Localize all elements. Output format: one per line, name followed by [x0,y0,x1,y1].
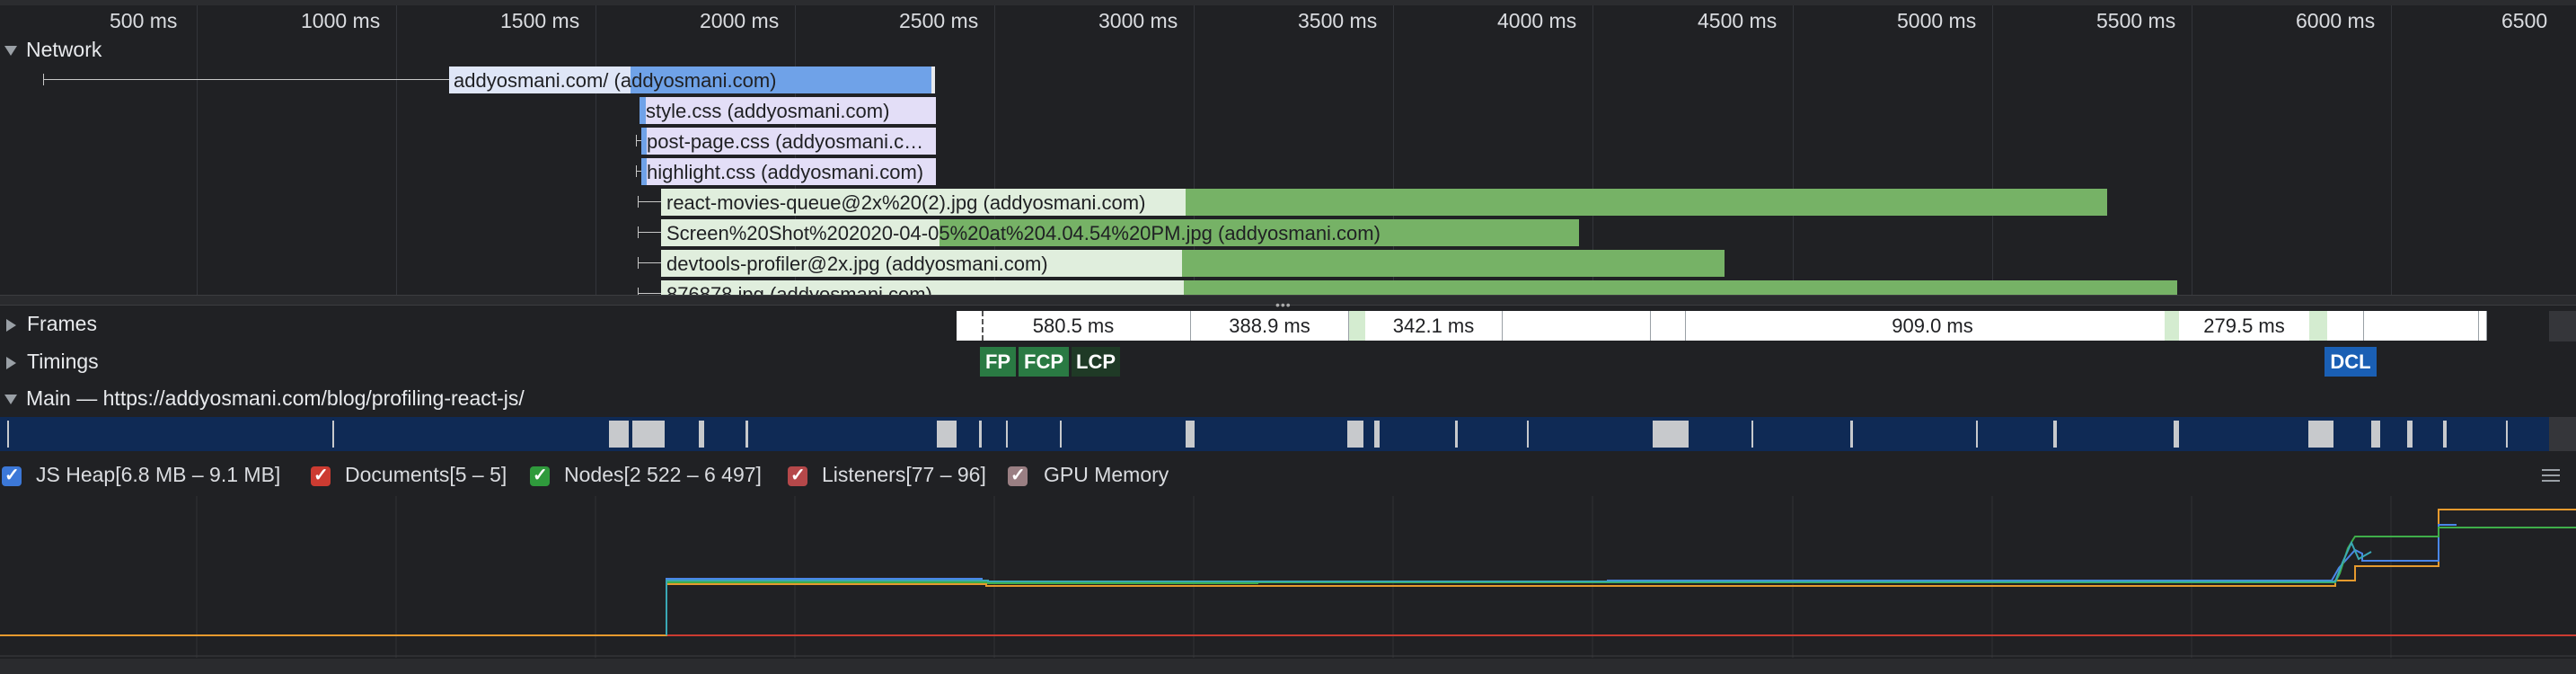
frames-scrollbar[interactable] [2549,311,2576,341]
task-block[interactable] [1455,421,1458,448]
collapse-triangle-icon[interactable] [4,46,17,57]
collapse-triangle-icon[interactable] [4,395,17,405]
ruler-tick: 5500 ms [2096,9,2176,32]
frame-segment[interactable]: 279.5 ms [2179,311,2310,341]
network-request[interactable]: Screen%20Shot%202020-04-05%20at%204.04.5… [0,219,2576,246]
task-block[interactable] [1347,421,1363,448]
frame-idle [2165,311,2179,341]
frame-segment[interactable] [2479,311,2487,341]
listeners-checkbox[interactable] [788,464,807,486]
frame-segment[interactable]: 342.1 ms [1365,311,1503,341]
network-request[interactable]: devtools-profiler@2x.jpg (addyosmani.com… [0,250,2576,277]
network-requests: addyosmani.com/ (addyosmani.com) style.c… [0,59,2576,295]
task-block[interactable] [2506,421,2508,448]
network-request[interactable]: post-page.css (addyosmani.com) [0,128,2576,155]
memory-graph [0,496,2576,658]
frame-segment[interactable]: 580.5 ms [957,311,1191,341]
ruler-tick: 3000 ms [1098,9,1178,32]
network-request[interactable]: addyosmani.com/ (addyosmani.com) [0,67,2576,93]
task-block[interactable] [7,421,9,448]
network-request[interactable]: react-movies-queue@2x%20(2).jpg (addyosm… [0,189,2576,216]
task-block[interactable] [609,421,629,448]
frame-idle [1349,311,1365,341]
task-block[interactable] [2174,421,2179,448]
network-request[interactable]: style.css (addyosmani.com) [0,97,2576,124]
frames-track-header[interactable]: Frames [0,312,97,336]
task-block[interactable] [2053,421,2057,448]
network-scrollbar[interactable] [2549,59,2576,293]
frame-segment[interactable] [2364,311,2479,341]
task-block[interactable] [2443,421,2447,448]
resize-grip-icon[interactable]: ••• [1275,297,1292,312]
frame-segment[interactable]: 909.0 ms [1686,311,2180,341]
listeners-label: Listeners[77 – 96] [822,463,986,486]
hamburger-menu-icon[interactable] [2542,467,2560,483]
task-block[interactable] [1060,421,1062,448]
frame-marker-line [982,311,984,341]
task-block[interactable] [745,421,748,448]
task-block[interactable] [1653,421,1689,448]
task-block[interactable] [1976,421,1978,448]
ruler-tick: 500 ms [110,9,178,32]
ruler-tick: 4000 ms [1497,9,1577,32]
frame-idle [2309,311,2327,341]
task-block[interactable] [1186,421,1195,448]
horizontal-scrollbar[interactable] [0,659,2576,674]
task-block[interactable] [1751,421,1753,448]
frames-title: Frames [27,312,97,335]
network-request[interactable]: 876878.jpg (addyosmani.com) [0,280,2576,295]
frame-segment[interactable] [2327,311,2364,341]
task-block[interactable] [1850,421,1853,448]
ruler-tick: 2500 ms [899,9,979,32]
gpu-memory-checkbox[interactable] [1008,464,1028,486]
task-block[interactable] [2407,421,2413,448]
timings-track-header[interactable]: Timings [0,350,99,374]
dcl-marker[interactable]: DCL [2325,347,2377,377]
frame-segment[interactable]: 388.9 ms [1191,311,1349,341]
lcp-marker[interactable]: LCP [1072,347,1120,377]
timings-title: Timings [27,350,99,373]
documents-label: Documents[5 – 5] [345,463,507,486]
task-block[interactable] [1374,421,1380,448]
fcp-marker[interactable]: FCP [1019,347,1069,377]
ruler-tick: 4500 ms [1698,9,1778,32]
time-ruler: 500 ms 1000 ms 1500 ms 2000 ms 2500 ms 3… [0,5,2576,38]
task-block[interactable] [699,421,704,448]
main-thread-title: Main — https://addyosmani.com/blog/profi… [26,386,525,410]
ruler-tick: 1500 ms [500,9,580,32]
task-block[interactable] [2371,421,2380,448]
js-heap-checkbox[interactable] [2,464,22,486]
task-block[interactable] [937,421,957,448]
task-block[interactable] [1527,421,1529,448]
ruler-tick: 2000 ms [700,9,780,32]
task-block[interactable] [332,421,334,448]
network-request[interactable]: highlight.css (addyosmani.com) [0,158,2576,185]
task-block[interactable] [979,421,982,448]
expand-triangle-icon[interactable] [6,318,16,332]
main-thread-track[interactable] [0,417,2549,451]
task-block[interactable] [1006,421,1008,448]
network-title: Network [26,38,102,61]
ruler-tick: 3500 ms [1298,9,1378,32]
expand-triangle-icon[interactable] [6,356,16,369]
network-track-header[interactable]: Network [0,38,101,62]
nodes-checkbox[interactable] [530,464,550,486]
task-block[interactable] [632,421,665,448]
ruler-tick: 6500 [2501,9,2548,32]
ruler-tick: 6000 ms [2296,9,2376,32]
ruler-tick: 5000 ms [1897,9,1977,32]
fp-marker[interactable]: FP [980,347,1016,377]
js-heap-label: JS Heap[6.8 MB – 9.1 MB] [36,463,281,486]
ruler-tick: 1000 ms [301,9,381,32]
frame-segment[interactable] [1503,311,1651,341]
main-scrollbar[interactable] [2549,417,2576,451]
gpu-memory-label: GPU Memory [1044,463,1169,486]
main-track-header[interactable]: Main — https://addyosmani.com/blog/profi… [0,386,525,411]
frame-segment[interactable] [1651,311,1686,341]
nodes-label: Nodes[2 522 – 6 497] [564,463,762,486]
task-block[interactable] [2308,421,2333,448]
documents-checkbox[interactable] [311,464,331,486]
